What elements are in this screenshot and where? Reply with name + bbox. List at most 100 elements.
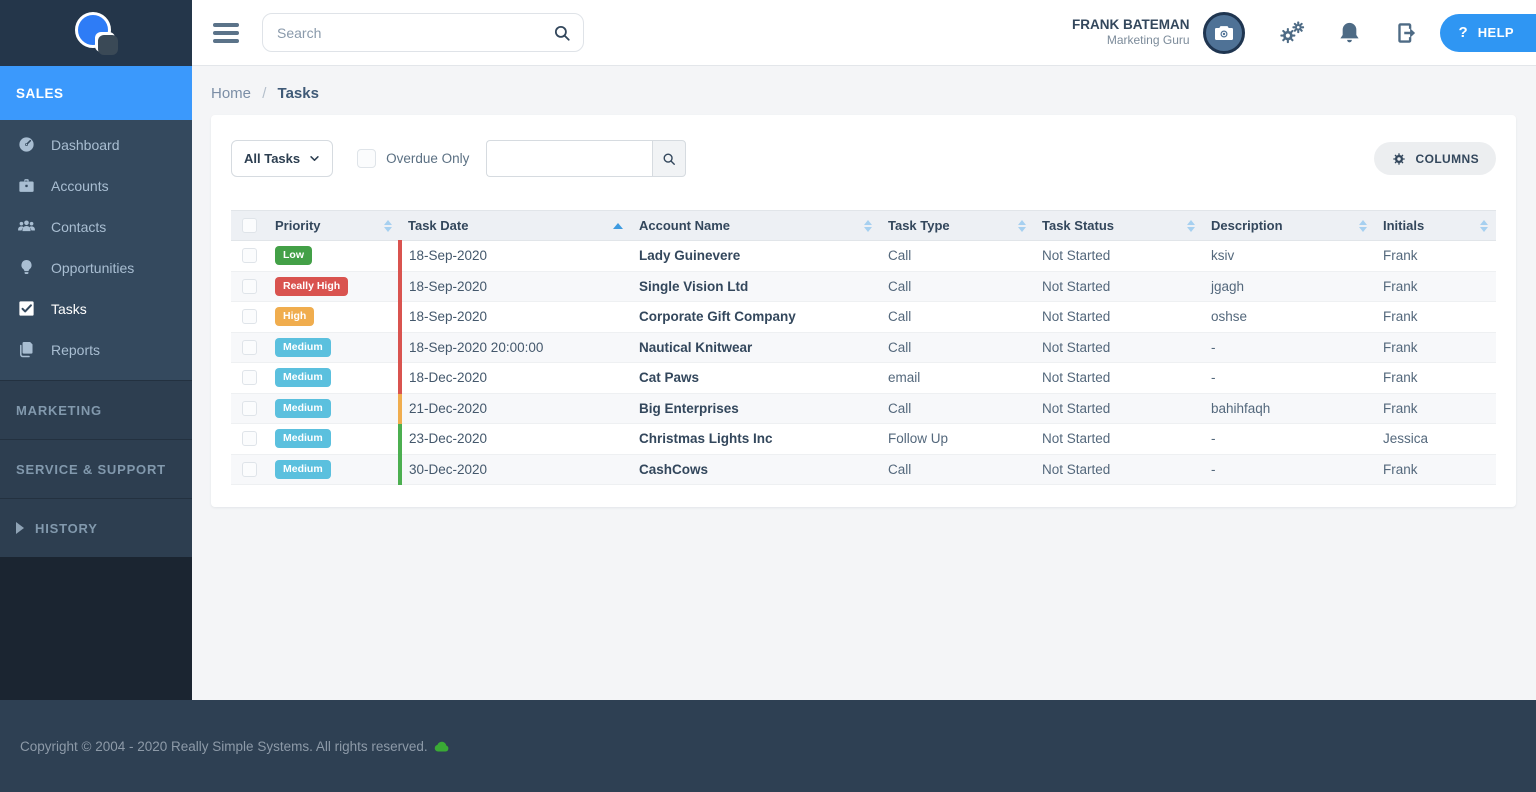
account-name-cell[interactable]: Nautical Knitwear — [631, 332, 880, 363]
priority-badge: Medium — [275, 368, 331, 388]
column-header-priority[interactable]: Priority — [267, 210, 400, 241]
row-checkbox[interactable] — [241, 309, 257, 325]
priority-badge: Low — [275, 246, 312, 266]
avatar[interactable] — [1202, 11, 1245, 54]
column-header-task-status[interactable]: Task Status — [1034, 210, 1203, 241]
table-search-input[interactable] — [486, 140, 653, 177]
row-checkbox[interactable] — [241, 461, 257, 477]
table-head: Priority Task Date Account Name Task Type Ta… — [231, 210, 1496, 241]
hamburger-menu-icon[interactable] — [213, 22, 239, 43]
accounts-icon — [17, 176, 36, 195]
account-name-cell[interactable]: Christmas Lights Inc — [631, 423, 880, 455]
search-icon[interactable] — [553, 24, 571, 42]
select-all-checkbox[interactable] — [241, 218, 257, 233]
table-row[interactable]: Really High 18-Sep-2020 Single Vision Lt… — [231, 271, 1496, 302]
logo[interactable] — [0, 0, 192, 66]
columns-button[interactable]: COLUMNS — [1373, 142, 1496, 175]
column-header-task-date[interactable]: Task Date — [400, 210, 631, 241]
chevron-down-icon — [309, 153, 320, 164]
task-status-cell: Not Started — [1034, 271, 1203, 302]
account-name-cell[interactable]: Lady Guinevere — [631, 240, 880, 272]
initials-cell: Frank — [1375, 240, 1496, 272]
column-header-initials[interactable]: Initials — [1375, 210, 1496, 241]
priority-badge: Medium — [275, 459, 331, 479]
table-row[interactable]: Medium 18-Sep-2020 20:00:00 Nautical Kni… — [231, 332, 1496, 363]
sort-icon — [1359, 219, 1367, 232]
logout-icon[interactable] — [1394, 20, 1421, 46]
table-search-group — [486, 140, 687, 177]
task-date-cell: 18-Dec-2020 — [398, 362, 631, 394]
cloud-icon — [434, 741, 450, 752]
task-type-cell: Follow Up — [880, 423, 1034, 455]
sort-icon — [1187, 219, 1195, 232]
account-name-cell[interactable]: Corporate Gift Company — [631, 301, 880, 333]
task-date-cell: 18-Sep-2020 — [398, 301, 631, 333]
breadcrumb-home-link[interactable]: Home — [211, 85, 251, 102]
initials-cell: Frank — [1375, 362, 1496, 394]
sidebar-header-sales[interactable]: SALES — [0, 66, 192, 120]
footer: Copyright © 2004 - 2020 Really Simple Sy… — [0, 700, 1536, 792]
table-row[interactable]: Medium 21-Dec-2020 Big Enterprises Call … — [231, 393, 1496, 424]
user-menu[interactable]: FRANK BATEMAN Marketing Guru — [1072, 17, 1190, 49]
task-type-cell: email — [880, 362, 1034, 394]
table-search-button[interactable] — [652, 140, 687, 177]
account-name-cell[interactable]: Cat Paws — [631, 362, 880, 394]
overdue-only-checkbox[interactable] — [357, 149, 377, 168]
sidebar-item-tasks[interactable]: Tasks — [0, 288, 192, 329]
sidebar-section-marketing[interactable]: MARKETING — [0, 380, 192, 439]
priority-badge: Medium — [275, 337, 331, 357]
sidebar-item-dashboard[interactable]: Dashboard — [0, 124, 192, 165]
description-cell: bahihfaqh — [1203, 393, 1375, 424]
sales-label: SALES — [16, 85, 64, 101]
table-row[interactable]: Low 18-Sep-2020 Lady Guinevere Call Not … — [231, 240, 1496, 272]
row-checkbox[interactable] — [241, 248, 257, 264]
priority-badge: High — [275, 307, 315, 327]
table-row[interactable]: High 18-Sep-2020 Corporate Gift Company … — [231, 301, 1496, 333]
task-type-cell: Call — [880, 454, 1034, 485]
account-name-cell[interactable]: Single Vision Ltd — [631, 271, 880, 302]
page-title: Tasks — [277, 85, 319, 102]
column-header-description[interactable]: Description — [1203, 210, 1375, 241]
sidebar-item-label: Contacts — [51, 218, 107, 235]
task-status-cell: Not Started — [1034, 240, 1203, 272]
account-name-cell[interactable]: Big Enterprises — [631, 393, 880, 424]
row-checkbox[interactable] — [241, 278, 257, 294]
overdue-only-label: Overdue Only — [386, 151, 470, 166]
notifications-bell-icon[interactable] — [1336, 20, 1363, 46]
sidebar-section-history[interactable]: HISTORY — [0, 498, 192, 557]
sidebar-item-opportunities[interactable]: Opportunities — [0, 247, 192, 288]
settings-gears-icon[interactable] — [1278, 20, 1305, 46]
table-row[interactable]: Medium 30-Dec-2020 CashCows Call Not Sta… — [231, 454, 1496, 485]
column-header-task-type[interactable]: Task Type — [880, 210, 1034, 241]
description-cell: jgagh — [1203, 271, 1375, 302]
task-type-cell: Call — [880, 301, 1034, 333]
priority-badge: Medium — [275, 429, 331, 449]
tasks-table: Priority Task Date Account Name Task Type Ta… — [231, 210, 1496, 485]
task-date-cell: 18-Sep-2020 20:00:00 — [398, 332, 631, 363]
global-search-input[interactable] — [277, 24, 553, 41]
row-checkbox[interactable] — [241, 400, 257, 416]
column-header-account-name[interactable]: Account Name — [631, 210, 880, 241]
table-row[interactable]: Medium 23-Dec-2020 Christmas Lights Inc … — [231, 423, 1496, 455]
row-checkbox[interactable] — [241, 339, 257, 355]
sidebar-section-service-support[interactable]: SERVICE & SUPPORT — [0, 439, 192, 498]
task-date-cell: 18-Sep-2020 — [398, 271, 631, 302]
account-name-cell[interactable]: CashCows — [631, 454, 880, 485]
task-filter-value: All Tasks — [244, 151, 301, 166]
row-checkbox[interactable] — [241, 370, 257, 386]
table-row[interactable]: Medium 18-Dec-2020 Cat Paws email Not St… — [231, 362, 1496, 394]
task-date-cell: 21-Dec-2020 — [398, 393, 631, 424]
help-button[interactable]: ? HELP — [1439, 13, 1536, 52]
sidebar-item-reports[interactable]: Reports — [0, 329, 192, 370]
copyright-text: Copyright © 2004 - 2020 Really Simple Sy… — [20, 738, 428, 754]
task-date-cell: 23-Dec-2020 — [398, 423, 631, 455]
row-checkbox[interactable] — [241, 431, 257, 447]
sidebar-item-contacts[interactable]: Contacts — [0, 206, 192, 247]
filter-bar: All Tasks Overdue Only COLUMNS — [231, 140, 1496, 177]
task-filter-select[interactable]: All Tasks — [231, 140, 334, 177]
header-actions — [1278, 20, 1421, 46]
initials-cell: Frank — [1375, 393, 1496, 424]
sidebar-item-accounts[interactable]: Accounts — [0, 165, 192, 206]
task-status-cell: Not Started — [1034, 393, 1203, 424]
sidebar-item-label: Reports — [51, 341, 101, 358]
